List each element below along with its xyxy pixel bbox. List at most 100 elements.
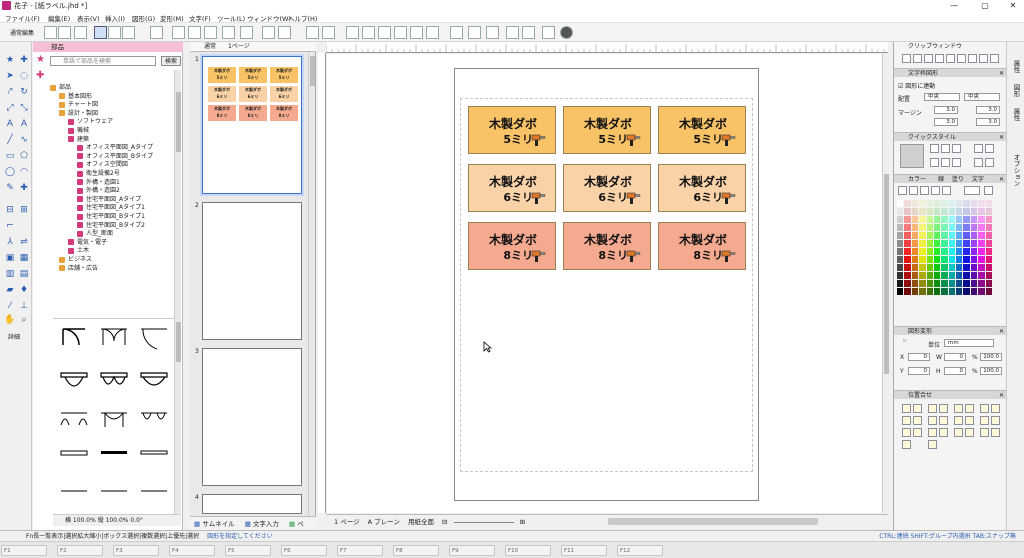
align-right-icon[interactable]: [378, 26, 391, 39]
color-swatch[interactable]: [956, 264, 963, 271]
style-8-icon[interactable]: [952, 158, 961, 167]
paste-icon[interactable]: [188, 26, 201, 39]
zoom-out-icon[interactable]: ⊟: [442, 518, 447, 526]
color-swatch[interactable]: [963, 200, 970, 207]
align-option-icon[interactable]: [991, 428, 1000, 437]
color-swatch[interactable]: [933, 288, 941, 295]
color-swatch[interactable]: [970, 200, 978, 207]
clip-tool-9-icon[interactable]: [990, 54, 999, 63]
color-swatch[interactable]: [948, 216, 956, 223]
color-swatch[interactable]: [897, 240, 904, 247]
align-horizontal-select[interactable]: 中央: [924, 93, 960, 101]
view-mode[interactable]: 用紙全面: [408, 518, 434, 526]
lasso-icon[interactable]: ◌: [18, 70, 30, 82]
color-swatch[interactable]: [948, 200, 956, 207]
wall-line2-shape[interactable]: [97, 439, 131, 469]
reshape-icon[interactable]: ⤡: [18, 102, 30, 114]
close-icon[interactable]: ✕: [999, 327, 1004, 336]
color-swatch[interactable]: [978, 200, 985, 207]
label-card[interactable]: 木製ダボ 6ミリ: [468, 164, 556, 212]
rotate-tool-icon[interactable]: ↻: [18, 86, 30, 98]
align-option-icon[interactable]: [954, 416, 963, 425]
align-option-icon[interactable]: [965, 416, 974, 425]
front-icon[interactable]: [506, 26, 519, 39]
style-10-icon[interactable]: [985, 158, 994, 167]
color-mode-2-icon[interactable]: [909, 186, 918, 195]
color-swatch[interactable]: [904, 224, 911, 231]
color-swatch[interactable]: [904, 240, 911, 247]
align-option-icon[interactable]: [965, 428, 974, 437]
layout-triple-icon[interactable]: [122, 26, 135, 39]
text-icon[interactable]: A: [4, 118, 16, 130]
thumb-tab-page[interactable]: 1ページ: [228, 43, 250, 50]
table-tool-icon[interactable]: ▦: [18, 252, 30, 264]
label-card[interactable]: 木製ダボ 5ミリ: [658, 106, 746, 154]
color-swatch[interactable]: [948, 280, 956, 287]
color-swatch[interactable]: [956, 280, 963, 287]
window-shape[interactable]: [57, 367, 91, 397]
color-swatch[interactable]: [941, 264, 948, 271]
align-middle-icon[interactable]: [410, 26, 423, 39]
color-swatch[interactable]: [919, 248, 926, 255]
tab-thumbnail[interactable]: サムネイル: [202, 520, 234, 528]
color-tab-fill[interactable]: 塗り: [952, 176, 964, 183]
color-tab-text[interactable]: 文字: [972, 176, 984, 183]
align-option-icon[interactable]: [902, 416, 911, 425]
menu-file[interactable]: ファイル(F): [5, 13, 40, 23]
color-swatch[interactable]: [911, 272, 919, 279]
menu-view[interactable]: 表示(V): [77, 13, 100, 23]
color-swatch[interactable]: [956, 240, 963, 247]
color-swatch[interactable]: [904, 256, 911, 263]
color-swatch[interactable]: [904, 200, 911, 207]
color-swatch[interactable]: [970, 216, 978, 223]
color-swatch[interactable]: [956, 256, 963, 263]
color-swatch[interactable]: [985, 232, 992, 239]
color-swatch[interactable]: [985, 264, 992, 271]
color-swatch[interactable]: [963, 256, 970, 263]
color-swatch[interactable]: [978, 288, 985, 295]
align-option-icon[interactable]: [939, 428, 948, 437]
shapes-scrollbar[interactable]: [174, 318, 181, 514]
clip-tool-3-icon[interactable]: [924, 54, 933, 63]
transform-field-input[interactable]: 100.0: [980, 353, 1002, 361]
color-swatch[interactable]: [897, 256, 904, 263]
chart-icon[interactable]: ▥: [4, 268, 16, 280]
color-swatch[interactable]: [970, 248, 978, 255]
eraser-icon[interactable]: ▰: [4, 284, 16, 296]
sliding-double-shape[interactable]: [97, 405, 131, 435]
color-swatch[interactable]: [978, 256, 985, 263]
grid-icon[interactable]: [204, 26, 217, 39]
mode-icon[interactable]: [74, 26, 87, 39]
color-swatch[interactable]: [970, 272, 978, 279]
color-swatch[interactable]: [985, 240, 992, 247]
align-option-icon[interactable]: [954, 428, 963, 437]
color-swatch[interactable]: [963, 288, 970, 295]
layout-double-icon[interactable]: [108, 26, 121, 39]
color-swatch[interactable]: [970, 256, 978, 263]
color-swatch[interactable]: [919, 232, 926, 239]
color-swatch[interactable]: [956, 224, 963, 231]
parts-search-input[interactable]: 単語で部品を検索: [50, 56, 156, 66]
color-palette[interactable]: [897, 200, 993, 296]
color-swatch[interactable]: [904, 208, 911, 215]
function-key[interactable]: F9: [449, 545, 495, 556]
clip-tool-7-icon[interactable]: [968, 54, 977, 63]
window-double-shape[interactable]: [97, 367, 131, 397]
page-thumbnail-2[interactable]: [202, 202, 302, 340]
color-swatch[interactable]: [948, 232, 956, 239]
color-swatch[interactable]: [963, 240, 970, 247]
color-swatch[interactable]: [948, 208, 956, 215]
line-icon[interactable]: ╱: [4, 134, 16, 146]
follow-shape-checkbox[interactable]: ☑ 図形に連動: [898, 81, 935, 90]
function-key[interactable]: F5: [225, 545, 271, 556]
color-swatch[interactable]: [978, 224, 985, 231]
color-swatch[interactable]: [919, 216, 926, 223]
thumbnail-scrollbar[interactable]: [308, 52, 315, 516]
close-icon[interactable]: ✕: [999, 133, 1004, 142]
edit-box-icon[interactable]: [278, 26, 291, 39]
curve-icon[interactable]: ∿: [18, 134, 30, 146]
box-icon[interactable]: [240, 26, 253, 39]
label-card[interactable]: 木製ダボ 8ミリ: [658, 222, 746, 270]
color-swatch[interactable]: [985, 200, 992, 207]
dimension-icon[interactable]: ⊟: [4, 204, 16, 216]
